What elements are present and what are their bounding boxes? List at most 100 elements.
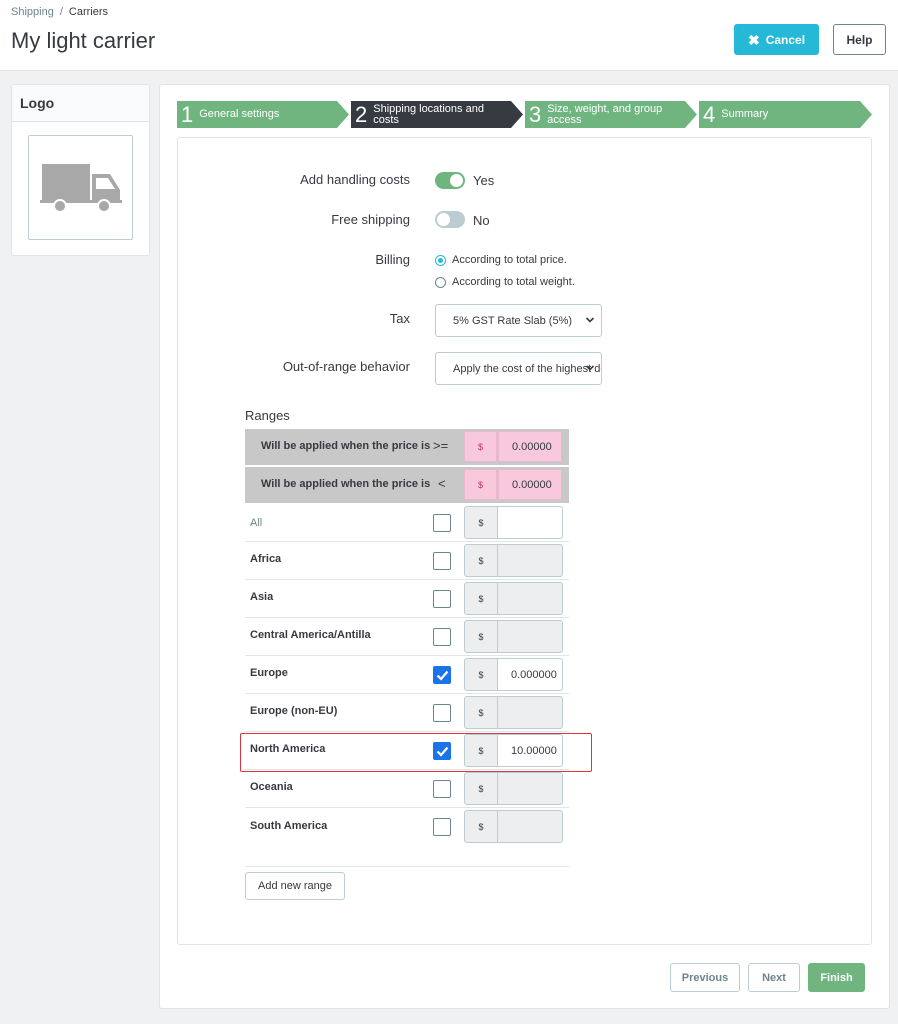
free-shipping-toggle[interactable] [435,211,465,228]
zone-row-africa: Africa $ [245,542,569,580]
zone-name: Africa [250,553,282,565]
step-general-settings[interactable]: 1 General settings [177,101,349,128]
zone-currency: $ [464,696,498,729]
zone-row-south-america: South America $ [245,808,569,846]
toggle-knob [450,174,463,187]
finish-button[interactable]: Finish [808,963,865,992]
range-lower-input[interactable]: 0.00000 [498,431,562,462]
tax-select[interactable]: 5% GST Rate Slab (5%) [435,304,602,337]
chevron-down-icon [585,317,595,323]
chevron-down-icon [585,365,595,371]
truck-icon [39,163,122,213]
zone-price-input[interactable] [497,582,563,615]
billing-option-price[interactable]: According to total price. [435,254,567,266]
zone-price-input[interactable] [497,696,563,729]
out-of-range-label: Out-of-range behavior [282,359,410,374]
range-operator: >= [433,438,449,453]
zone-currency: $ [464,810,498,843]
ranges-divider [245,866,569,867]
zone-price-input[interactable]: 0.000000 [497,658,563,691]
zone-name: South America [250,820,328,832]
add-new-range-button[interactable]: Add new range [245,872,345,900]
zone-price-input[interactable] [497,544,563,577]
breadcrumb-shipping[interactable]: Shipping [11,6,54,18]
zone-currency: $ [464,620,498,653]
range-header-text: Will be applied when the price is [261,440,431,452]
zone-checkbox[interactable] [433,704,451,722]
range-header-upper: Will be applied when the price is < $ 0.… [245,467,569,503]
step-size-weight-access[interactable]: 3 Size, weight, and group access [525,101,697,128]
zone-price-input[interactable] [497,506,563,539]
zone-checkbox[interactable] [433,552,451,570]
zone-price-input[interactable] [497,772,563,805]
zone-price-input[interactable] [497,620,563,653]
step-number: 1 [181,101,194,127]
zone-currency: $ [464,658,498,691]
zone-checkbox[interactable] [433,590,451,608]
highlight-box [240,733,592,772]
zone-price-input[interactable] [497,810,563,843]
zone-checkbox[interactable] [433,666,451,684]
range-header-text: Will be applied when the price is [261,478,431,490]
zone-row-europe: Europe $ 0.000000 [245,656,569,694]
range-currency: $ [464,431,497,462]
step-summary[interactable]: 4 Summary [699,101,872,128]
billing-option-weight[interactable]: According to total weight. [435,276,575,288]
handling-costs-toggle[interactable] [435,172,465,189]
zone-checkbox[interactable] [433,780,451,798]
cancel-label: Cancel [765,32,806,47]
toggle-knob [437,213,450,226]
zone-name: All [250,517,263,529]
free-shipping-label: Free shipping [331,212,410,227]
step-number: 4 [703,101,716,127]
breadcrumb-carriers[interactable]: Carriers [69,6,108,18]
ranges-title: Ranges [245,408,290,423]
range-header-lower: Will be applied when the price is >= $ 0… [245,429,569,465]
tax-label: Tax [389,311,410,326]
step-label: Shipping locations and costs [373,102,484,126]
page-header: Shipping / Carriers My light carrier ✖ Can… [0,0,898,71]
zone-checkbox[interactable] [433,628,451,646]
step-label: Summary [721,108,769,120]
close-icon: ✖ [747,31,760,48]
zone-row-asia: Asia $ [245,580,569,618]
zone-name: Europe [250,667,288,679]
radio-button[interactable] [435,276,446,288]
zone-checkbox[interactable] [433,514,451,532]
logo-card: Logo [11,84,150,256]
zone-name: Asia [250,591,274,603]
radio-label: According to total price. [452,254,567,266]
range-upper-input[interactable]: 0.00000 [498,469,562,500]
radio-button[interactable] [435,254,446,266]
zone-row-central-america: Central America/Antilla $ [245,618,569,656]
range-operator: < [438,476,446,491]
radio-label: According to total weight. [452,276,575,288]
logo-heading: Logo [12,85,149,122]
help-button[interactable]: Help [833,24,886,55]
out-of-range-select[interactable]: Apply the cost of the highest defined ra… [435,352,602,385]
step-number: 2 [355,101,368,127]
step-shipping-locations[interactable]: 2 Shipping locations and costs [351,101,523,128]
tax-select-value: 5% GST Rate Slab (5%) [453,314,573,327]
zone-currency: $ [464,506,498,539]
billing-label: Billing [375,252,410,267]
zone-row-europe-non-eu: Europe (non-EU) $ [245,694,569,732]
cancel-button[interactable]: ✖ Cancel [734,24,819,55]
checkmark-icon [436,670,449,681]
range-currency: $ [464,469,497,500]
step-label: Size, weight, and group access [547,102,663,126]
zone-row-all: All $ [245,504,569,542]
step-number: 3 [529,101,542,127]
zone-checkbox[interactable] [433,818,451,836]
handling-costs-value: Yes [473,173,495,188]
handling-costs-label: Add handling costs [300,172,410,187]
page-title: My light carrier [11,28,156,53]
out-of-range-select-value: Apply the cost of the highest defined ra… [453,362,601,375]
wizard-steps: 1 General settings 2 Shipping locations … [177,101,872,129]
breadcrumb-separator: / [59,6,63,18]
carrier-logo[interactable] [28,135,133,240]
next-button[interactable]: Next [748,963,800,992]
zone-name: Central America/Antilla [250,629,371,641]
zone-currency: $ [464,544,498,577]
previous-button[interactable]: Previous [670,963,740,992]
